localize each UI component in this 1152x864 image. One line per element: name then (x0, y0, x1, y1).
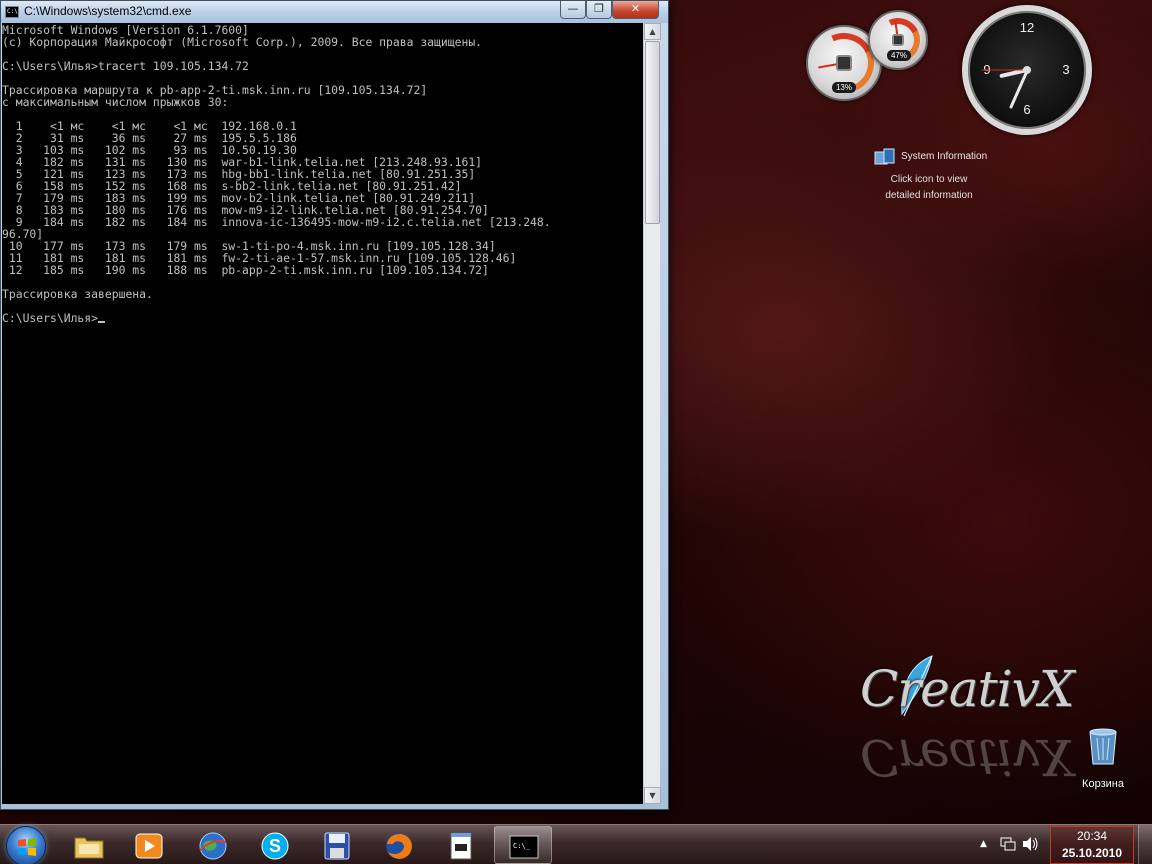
firefox-icon (386, 833, 412, 859)
network-icon[interactable] (1000, 836, 1016, 852)
taskbar-media-player-button[interactable] (120, 826, 178, 864)
system-information-icon[interactable] (874, 148, 896, 166)
scroll-down-arrow-icon[interactable]: ▼ (644, 787, 661, 804)
recycle-bin-label: Корзина (1082, 778, 1124, 790)
start-button[interactable] (6, 826, 46, 864)
svg-text:C:\_: C:\_ (513, 842, 531, 850)
cpu-chip-icon (836, 55, 852, 71)
taskbar-save-button[interactable] (308, 826, 366, 864)
sysinfo-title: System Information (901, 151, 988, 162)
taskbar-time: 20:34 (1076, 829, 1108, 843)
close-button[interactable]: ✕ (612, 1, 659, 19)
taskbar-date: 25.10.2010 (1061, 846, 1123, 860)
globe-icon (199, 832, 227, 860)
sysinfo-hint-line2: detailed information (885, 190, 973, 201)
scroll-thumb[interactable] (645, 41, 660, 224)
console-prompt: C:\Users\Илья> (2, 311, 99, 325)
ram-percent: 47% (887, 50, 911, 61)
volume-icon[interactable] (1022, 836, 1040, 852)
taskbar-explorer-button[interactable] (60, 826, 118, 864)
show-hidden-icons-arrow-icon[interactable]: ▲ (980, 839, 987, 849)
console-line: C:\Users\Илья>tracert 109.105.134.72 (2, 59, 249, 73)
vertical-scrollbar[interactable]: ▲ ▼ (643, 23, 661, 804)
notepad-icon (450, 832, 472, 860)
console-line: с максимальным числом прыжков 30: (2, 95, 229, 109)
wallpaper-logo: CreativX CreativX (860, 650, 1100, 800)
cmd-app-icon[interactable]: C:\ (5, 6, 19, 18)
sysinfo-hint-line1: Click icon to view (890, 174, 968, 185)
taskbar-skype-button[interactable]: S (246, 826, 304, 864)
clock-second-hand (981, 69, 1028, 71)
taskbar-notepad-button[interactable] (432, 826, 490, 864)
folder-icon (74, 837, 104, 859)
clock-number-6: 6 (1023, 102, 1031, 117)
recycle-bin-icon[interactable] (1086, 726, 1120, 766)
window-title: C:\Windows\system32\cmd.exe (24, 4, 192, 18)
minimize-button[interactable]: — (560, 1, 586, 19)
taskbar-clock[interactable]: 20:34 25.10.2010 (1050, 826, 1134, 864)
maximize-button[interactable]: ❐ (586, 1, 612, 19)
notification-area: ▲ (976, 824, 1046, 864)
memory-chip-icon (892, 34, 904, 46)
floppy-icon (324, 832, 350, 860)
recycle-bin[interactable]: Корзина (1078, 726, 1128, 790)
console-line: 9 184 ms 182 ms 184 ms innova-ic-136495-… (2, 215, 551, 229)
skype-icon: S (261, 832, 289, 860)
clock-gadget[interactable]: 12 3 6 9 (962, 5, 1092, 135)
scroll-up-arrow-icon[interactable]: ▲ (644, 23, 661, 40)
console-prompt-line[interactable]: C:\Users\Илья> (2, 312, 643, 324)
cmd-icon: C:\_ (509, 835, 539, 859)
text-cursor (98, 321, 106, 323)
media-player-icon (135, 833, 163, 859)
windows-logo-icon (18, 838, 36, 856)
console-line: Трассировка завершена. (2, 287, 153, 301)
sysinfo-hint: Click icon to view detailed information (874, 172, 984, 204)
taskbar-cmd-button[interactable]: C:\_ (494, 826, 552, 864)
logo-reflection: CreativX (860, 728, 1074, 786)
taskbar-firefox-button[interactable] (370, 826, 428, 864)
console-line: 12 185 ms 190 ms 188 ms pb-app-2-ti.msk.… (2, 263, 489, 277)
console-line: (c) Корпорация Майкрософт (Microsoft Cor… (2, 35, 483, 49)
taskbar-google-earth-button[interactable] (184, 826, 242, 864)
clock-number-3: 3 (1062, 62, 1070, 77)
cpu-percent: 13% (832, 82, 856, 93)
logo-text: CreativX (860, 660, 1074, 718)
svg-text:S: S (269, 836, 281, 856)
show-desktop-button[interactable] (1138, 825, 1152, 864)
console-output[interactable]: Microsoft Windows [Version 6.1.7600] (c) … (2, 23, 643, 804)
cmd-window[interactable]: C:\ C:\Windows\system32\cmd.exe — ❐ ✕ Mi… (0, 0, 669, 810)
clock-center-pin (1023, 66, 1031, 74)
ram-meter-gadget[interactable]: 47% (868, 10, 928, 70)
title-bar[interactable]: C:\ C:\Windows\system32\cmd.exe — ❐ ✕ (1, 1, 668, 23)
clock-number-12: 12 (1019, 20, 1035, 35)
